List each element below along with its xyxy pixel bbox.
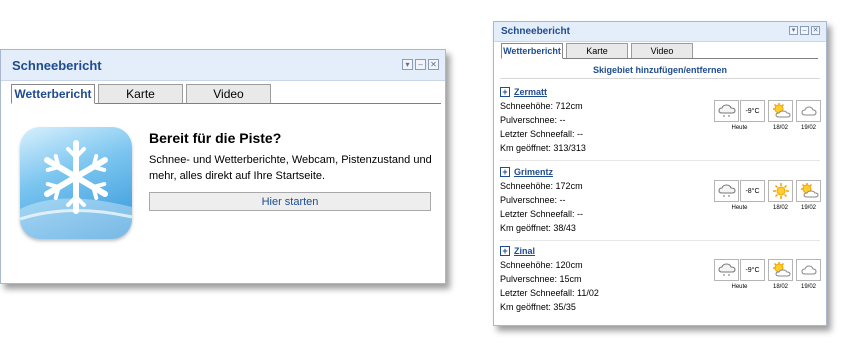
temperature: -9°C [740,100,765,122]
resort-name-link[interactable]: Grimentz [514,167,553,177]
description: Schnee- und Wetterberichte, Webcam, Pist… [149,154,432,182]
close-icon[interactable]: ✕ [428,59,439,70]
tab-video[interactable]: Video [186,84,271,103]
sun-cloud-icon [768,100,793,122]
snow-depth: Schneehöhe: 172cm [500,181,583,191]
forecast-label: 18/02 [772,284,788,290]
forecast-label: 18/02 [772,125,788,131]
km-open: Km geöffnet: 38/43 [500,223,576,233]
resort-header: + Grimentz [500,167,553,177]
resort-header: + Zinal [500,246,535,256]
add-remove-resort-link[interactable]: Skigebiet hinzufügen/entfernen [494,65,826,75]
cloud-icon [796,259,821,281]
widget-title: Schneebericht [501,26,570,37]
widget-controls: ▾ – ✕ [402,59,439,70]
resort-zinal: + Zinal Schneehöhe: 120cm Pulverschnee: … [500,246,821,321]
forecast-label: 18/02 [772,205,788,211]
expand-icon[interactable]: + [500,87,510,97]
resort-grimentz: + Grimentz Schneehöhe: 172cm Pulverschne… [500,167,821,242]
divider [500,160,820,161]
last-snowfall: Letzter Schneefall: -- [500,209,584,219]
sun-cloud-icon [796,180,821,202]
tab-bar: Wetterbericht Karte Video [11,84,441,104]
cloud-snow-icon [714,100,739,122]
widget-title: Schneebericht [12,58,102,73]
snow-depth: Schneehöhe: 712cm [500,101,583,111]
forecast-label: Heute [731,125,748,131]
heading: Bereit für die Piste? [149,130,282,146]
start-button[interactable]: Hier starten [149,192,431,211]
forecast-label: 19/02 [800,284,816,290]
tab-karte[interactable]: Karte [566,43,628,58]
dropdown-icon[interactable]: ▾ [402,59,413,70]
divider [500,240,820,241]
km-open: Km geöffnet: 35/35 [500,302,576,312]
tab-wetterbericht[interactable]: Wetterbericht [11,84,95,104]
tab-wetterbericht[interactable]: Wetterbericht [501,43,563,59]
snow-depth: Schneehöhe: 120cm [500,260,583,270]
tab-video[interactable]: Video [631,43,693,58]
temperature: -9°C [740,259,765,281]
snow-report-widget-small: Schneebericht ▾ – ✕ Wetterbericht Karte … [493,21,827,326]
expand-icon[interactable]: + [500,167,510,177]
powder-snow: Pulverschnee: -- [500,195,566,205]
resort-header: + Zermatt [500,87,547,97]
powder-snow: Pulverschnee: 15cm [500,274,582,284]
widget-titlebar: Schneebericht ▾ – ✕ [1,50,445,81]
tab-bar: Wetterbericht Karte Video [501,43,818,59]
snowflake-icon [20,127,132,239]
widget-controls: ▾ – ✕ [789,26,820,35]
forecast-label: Heute [731,284,748,290]
last-snowfall: Letzter Schneefall: -- [500,129,584,139]
sun-icon [768,180,793,202]
powder-snow: Pulverschnee: -- [500,115,566,125]
km-open: Km geöffnet: 313/313 [500,143,586,153]
cloud-snow-icon [714,259,739,281]
last-snowfall: Letzter Schneefall: 11/02 [500,288,599,298]
temperature: -8°C [740,180,765,202]
snow-report-widget-large: Schneebericht ▾ – ✕ Wetterbericht Karte … [0,49,446,284]
tab-karte[interactable]: Karte [98,84,183,103]
cloud-snow-icon [714,180,739,202]
resort-name-link[interactable]: Zermatt [514,87,547,97]
minimize-icon[interactable]: – [415,59,426,70]
forecast-label: Heute [731,205,748,211]
divider [500,78,820,79]
minimize-icon[interactable]: – [800,26,809,35]
widget-titlebar: Schneebericht ▾ – ✕ [494,22,826,42]
resort-zermatt: + Zermatt Schneehöhe: 712cm Pulverschnee… [500,87,821,162]
close-icon[interactable]: ✕ [811,26,820,35]
resort-name-link[interactable]: Zinal [514,246,535,256]
dropdown-icon[interactable]: ▾ [789,26,798,35]
forecast-label: 19/02 [800,205,816,211]
forecast-label: 19/02 [800,125,816,131]
cloud-icon [796,100,821,122]
sun-cloud-icon [768,259,793,281]
expand-icon[interactable]: + [500,246,510,256]
